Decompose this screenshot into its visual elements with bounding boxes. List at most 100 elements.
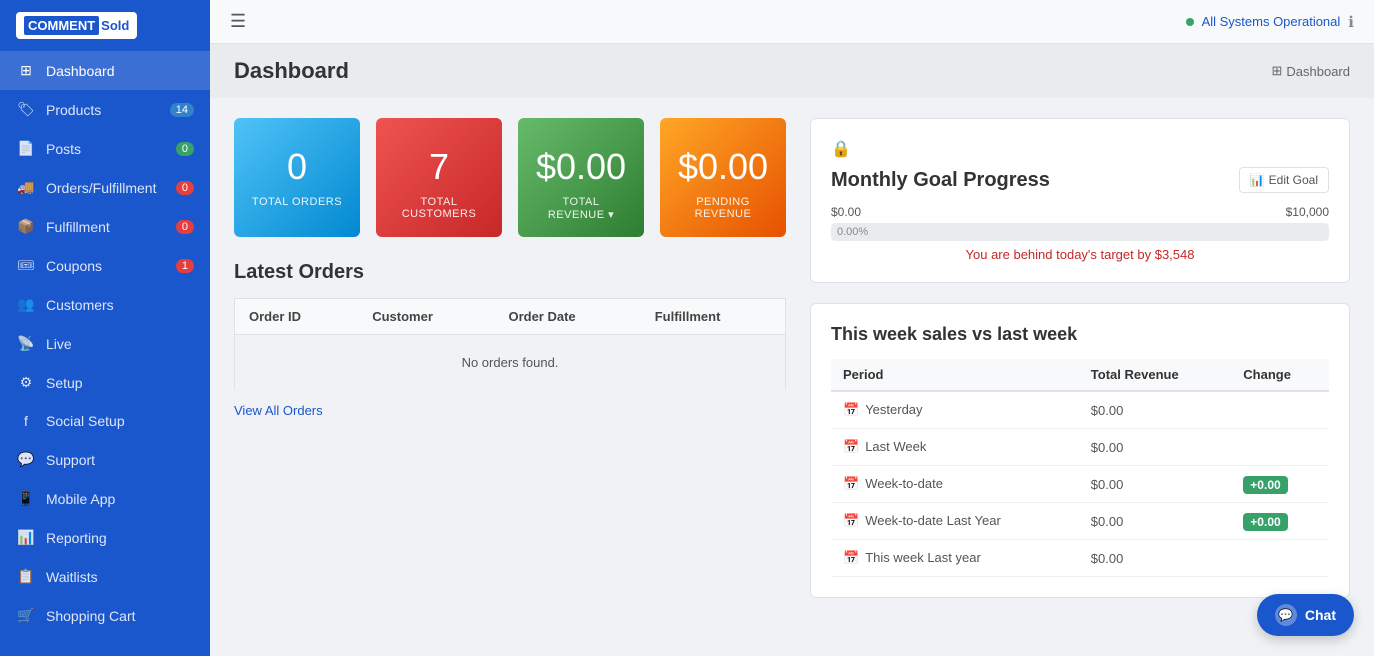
table-row: 📅Week-to-date Last Year $0.00 +0.00 xyxy=(831,503,1329,540)
nav-label: Orders/Fulfillment xyxy=(46,180,156,196)
sidebar-item-coupons[interactable]: 🎟 Coupons 1 xyxy=(0,246,210,285)
nav-label: Customers xyxy=(46,297,114,313)
table-row: 📅This week Last year $0.00 xyxy=(831,540,1329,577)
page-title: Dashboard xyxy=(234,58,349,84)
stat-card-pending-revenue: $0.00 PENDING REVENUE xyxy=(660,118,786,237)
sidebar-item-dashboard[interactable]: ⊞ Dashboard xyxy=(0,51,210,90)
table-row: No orders found. xyxy=(235,335,786,391)
stat-value: $0.00 xyxy=(676,146,770,188)
edit-goal-button[interactable]: 📊 Edit Goal xyxy=(1239,167,1329,193)
bar-chart-icon: 📊 xyxy=(1250,173,1265,187)
col-period: Period xyxy=(831,359,1079,391)
sidebar-item-mobile-app[interactable]: 📱 Mobile App xyxy=(0,479,210,518)
sidebar-item-posts[interactable]: 📄 Posts 0 xyxy=(0,129,210,168)
nav-badge: 14 xyxy=(170,103,194,117)
change-cell xyxy=(1231,391,1329,429)
nav-icon: 🏷 xyxy=(16,101,36,118)
calendar-icon: 📅 xyxy=(843,513,859,528)
sidebar-item-live[interactable]: 📡 Live xyxy=(0,324,210,363)
nav-label: Setup xyxy=(46,375,83,391)
sidebar-item-customers[interactable]: 👥 Customers xyxy=(0,285,210,324)
logo-comment: COMMENT xyxy=(24,16,99,35)
chat-icon: 💬 xyxy=(1275,604,1297,626)
breadcrumb-label: Dashboard xyxy=(1286,64,1350,79)
breadcrumb: ⊞ Dashboard xyxy=(1271,63,1350,79)
goal-title: Monthly Goal Progress xyxy=(831,169,1050,192)
nav-icon: 📡 xyxy=(16,335,36,352)
nav-label: Support xyxy=(46,452,95,468)
stat-label: TOTAL REVENUE ▾ xyxy=(534,196,628,221)
goal-range: $0.00 $10,000 xyxy=(831,205,1329,219)
sidebar-item-waitlists[interactable]: 📋 Waitlists xyxy=(0,557,210,596)
calendar-icon: 📅 xyxy=(843,550,859,565)
nav-icon: 📦 xyxy=(16,218,36,235)
nav-icon: ⊞ xyxy=(16,62,36,79)
system-status: All Systems Operational xyxy=(1202,14,1341,29)
right-column: 🔒 Monthly Goal Progress 📊 Edit Goal $0.0… xyxy=(810,118,1350,636)
revenue-cell: $0.00 xyxy=(1079,429,1232,466)
nav-icon: 🚚 xyxy=(16,179,36,196)
table-row: 📅Week-to-date $0.00 +0.00 xyxy=(831,466,1329,503)
no-orders-message: No orders found. xyxy=(235,335,786,391)
table-row: 📅Last Week $0.00 xyxy=(831,429,1329,466)
nav-badge: 0 xyxy=(176,142,194,156)
nav-badge: 0 xyxy=(176,181,194,195)
change-badge: +0.00 xyxy=(1243,513,1287,531)
sidebar-item-shopping-cart[interactable]: 🛒 Shopping Cart xyxy=(0,596,210,635)
nav-icon: 💬 xyxy=(16,451,36,468)
sidebar-item-reporting[interactable]: 📊 Reporting xyxy=(0,518,210,557)
latest-orders-title: Latest Orders xyxy=(234,261,786,284)
sidebar-item-products[interactable]: 🏷 Products 14 xyxy=(0,90,210,129)
nav-menu: ⊞ Dashboard 🏷 Products 14 📄 Posts 0 🚚 Or… xyxy=(0,51,210,635)
goal-start: $0.00 xyxy=(831,205,861,219)
stat-card-total-revenue: $0.00 TOTAL REVENUE ▾ xyxy=(518,118,644,237)
nav-label: Live xyxy=(46,336,72,352)
page-header: Dashboard ⊞ Dashboard xyxy=(210,44,1374,98)
breadcrumb-icon: ⊞ xyxy=(1271,63,1282,79)
nav-label: Social Setup xyxy=(46,413,125,429)
period-cell: 📅Week-to-date xyxy=(831,466,1079,503)
nav-icon: 🎟 xyxy=(16,257,36,274)
nav-badge: 1 xyxy=(176,259,194,273)
view-all-orders-link[interactable]: View All Orders xyxy=(234,403,323,418)
period-cell: 📅This week Last year xyxy=(831,540,1079,577)
col-total-revenue: Total Revenue xyxy=(1079,359,1232,391)
stat-value: 0 xyxy=(250,146,344,188)
nav-label: Products xyxy=(46,102,101,118)
sidebar-item-setup[interactable]: ⚙ Setup xyxy=(0,363,210,402)
lock-icon: 🔒 xyxy=(831,139,1329,159)
progress-bar: 0.00% xyxy=(831,223,1329,241)
revenue-cell: $0.00 xyxy=(1079,503,1232,540)
main-content: ☰ All Systems Operational ℹ Dashboard ⊞ … xyxy=(210,0,1374,656)
nav-label: Dashboard xyxy=(46,63,115,79)
status-indicator xyxy=(1186,18,1194,26)
stat-cards: 0 TOTAL ORDERS 7 TOTAL CUSTOMERS $0.00 T… xyxy=(234,118,786,237)
goal-end: $10,000 xyxy=(1286,205,1329,219)
change-cell: +0.00 xyxy=(1231,503,1329,540)
sidebar: COMMENT Sold ⊞ Dashboard 🏷 Products 14 📄… xyxy=(0,0,210,656)
sidebar-item-support[interactable]: 💬 Support xyxy=(0,440,210,479)
sidebar-item-orders-fulfillment[interactable]: 🚚 Orders/Fulfillment 0 xyxy=(0,168,210,207)
calendar-icon: 📅 xyxy=(843,439,859,454)
stat-card-total-customers: 7 TOTAL CUSTOMERS xyxy=(376,118,502,237)
change-cell: +0.00 xyxy=(1231,466,1329,503)
stat-label: PENDING REVENUE xyxy=(676,196,770,220)
nav-badge: 0 xyxy=(176,220,194,234)
col-order-id: Order ID xyxy=(235,299,359,335)
sidebar-item-fulfillment[interactable]: 📦 Fulfillment 0 xyxy=(0,207,210,246)
nav-icon: 👥 xyxy=(16,296,36,313)
stat-label: TOTAL CUSTOMERS xyxy=(392,196,486,220)
weekly-table: Period Total Revenue Change 📅Yesterday $… xyxy=(831,359,1329,577)
chat-button[interactable]: 💬 Chat xyxy=(1257,594,1354,636)
col-fulfillment: Fulfillment xyxy=(641,299,786,335)
nav-icon: 📋 xyxy=(16,568,36,585)
progress-label: 0.00% xyxy=(837,223,868,241)
sidebar-item-social-setup[interactable]: f Social Setup xyxy=(0,402,210,440)
nav-icon: 🛒 xyxy=(16,607,36,624)
monthly-goal-section: 🔒 Monthly Goal Progress 📊 Edit Goal $0.0… xyxy=(810,118,1350,283)
info-icon[interactable]: ℹ xyxy=(1348,13,1354,31)
calendar-icon: 📅 xyxy=(843,476,859,491)
nav-label: Coupons xyxy=(46,258,102,274)
stat-value: 7 xyxy=(392,146,486,188)
hamburger-icon[interactable]: ☰ xyxy=(230,11,246,32)
